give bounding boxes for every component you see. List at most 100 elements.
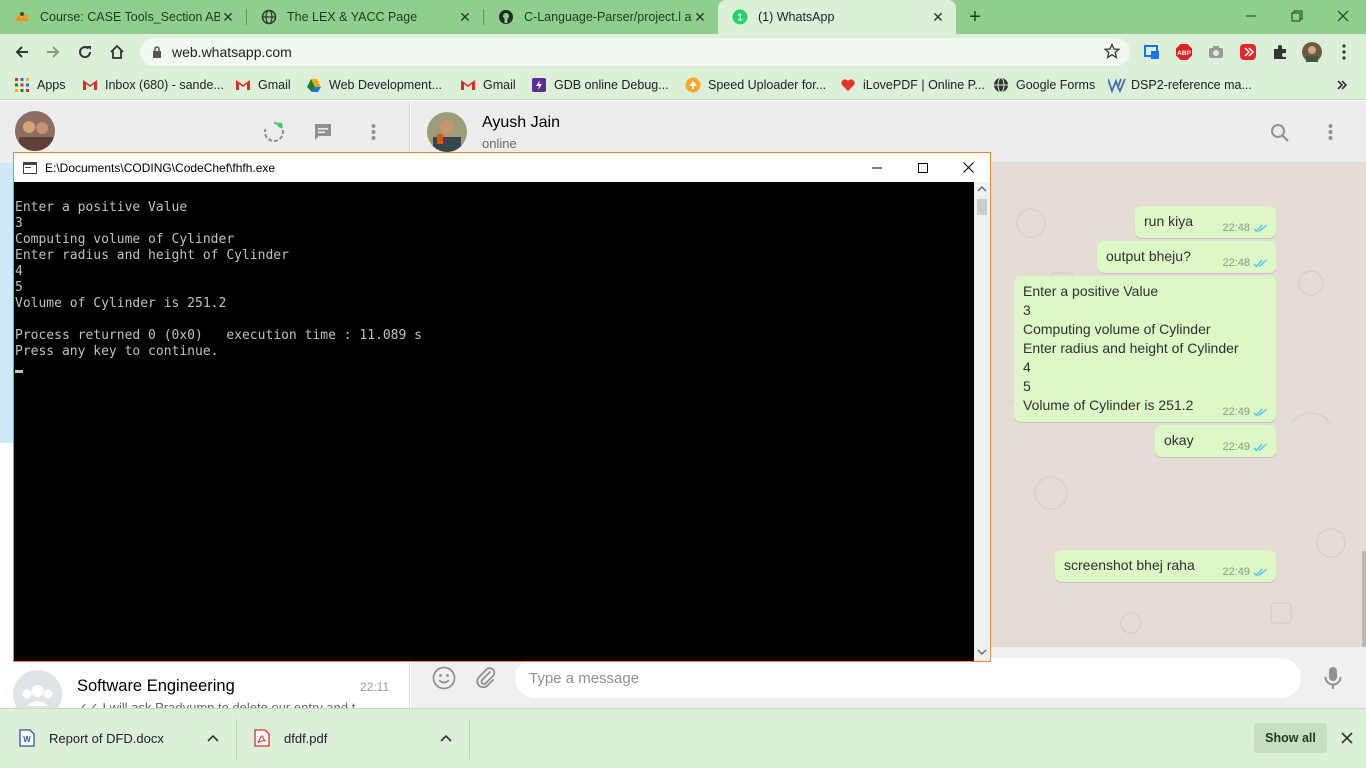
status-button[interactable] bbox=[263, 121, 285, 143]
group-avatar bbox=[13, 670, 62, 708]
message-bubble[interactable]: Enter a positive Value 3 Computing volum… bbox=[1014, 276, 1276, 422]
chat-list-edge bbox=[0, 443, 14, 663]
bookmark-star-icon[interactable] bbox=[1104, 43, 1120, 59]
console-minimize-button[interactable] bbox=[854, 153, 900, 182]
adblock-plus-icon[interactable]: ABP bbox=[1174, 42, 1194, 62]
console-close-button[interactable] bbox=[945, 153, 991, 182]
bookmark-gmail-2[interactable]: Gmail bbox=[460, 76, 516, 94]
kebab-menu-icon bbox=[371, 124, 376, 140]
bookmark-gdb[interactable]: GDB online Debug... bbox=[531, 76, 669, 94]
close-icon[interactable]: ✕ bbox=[692, 9, 708, 25]
bookmark-dsp2[interactable]: DSP2-reference ma... bbox=[1108, 76, 1252, 94]
bookmark-speed-uploader[interactable]: Speed Uploader for... bbox=[685, 76, 826, 94]
bookmark-ilovepdf[interactable]: iLovePDF | Online P... bbox=[840, 76, 985, 94]
bookmarks-overflow-button[interactable] bbox=[1336, 76, 1348, 94]
chat-scrollbar[interactable] bbox=[1362, 551, 1366, 647]
my-avatar[interactable] bbox=[15, 111, 55, 151]
conversation-menu-button[interactable] bbox=[1328, 124, 1333, 140]
console-scroll-thumb[interactable] bbox=[977, 199, 987, 215]
home-button[interactable] bbox=[104, 39, 130, 65]
video-extension-icon[interactable] bbox=[1238, 42, 1258, 62]
restore-button[interactable] bbox=[1274, 0, 1320, 32]
contact-name: Ayush Jain bbox=[482, 114, 560, 131]
emoji-button[interactable] bbox=[432, 666, 456, 690]
search-button[interactable] bbox=[1270, 123, 1290, 143]
bookmark-web-development[interactable]: Web Development... bbox=[306, 76, 442, 94]
console-titlebar[interactable]: E:\Documents\CODING\CodeChef\fhfh.exe bbox=[14, 153, 990, 182]
apps-grid-icon bbox=[14, 77, 30, 93]
chat-list-item[interactable]: Software Engineering 22:11 ✓✓ I will ask… bbox=[0, 663, 410, 708]
chevron-up-icon[interactable] bbox=[440, 734, 452, 742]
close-downloads-button[interactable] bbox=[1341, 732, 1353, 744]
reload-icon bbox=[79, 46, 92, 59]
download-filename: Report of DFD.docx bbox=[49, 730, 164, 746]
console-output[interactable]: Enter a positive Value 3 Computing volume … bbox=[14, 182, 974, 661]
download-item-docx[interactable]: W Report of DFD.docx bbox=[19, 709, 235, 767]
console-line: 4 bbox=[15, 264, 23, 279]
scroll-down-arrow-icon[interactable] bbox=[977, 648, 987, 656]
tab-whatsapp[interactable]: 1 (1) WhatsApp ✕ bbox=[718, 0, 956, 34]
download-item-pdf[interactable]: dfdf.pdf bbox=[254, 709, 468, 767]
bookmark-gmail[interactable]: Gmail bbox=[235, 76, 291, 94]
puzzle-extensions-icon[interactable] bbox=[1270, 42, 1290, 62]
message-time: 22:49 bbox=[1222, 566, 1250, 578]
message-meta: 22:48 bbox=[1222, 257, 1268, 269]
sidebar-menu-button[interactable] bbox=[371, 124, 376, 140]
console-line: Computing volume of Cylinder bbox=[15, 232, 235, 247]
bookmark-google-forms[interactable]: Google Forms bbox=[993, 76, 1095, 94]
microphone-icon bbox=[1324, 667, 1342, 689]
attach-button[interactable] bbox=[474, 666, 498, 690]
contact-avatar[interactable] bbox=[427, 112, 467, 152]
github-icon bbox=[498, 9, 514, 25]
close-window-button[interactable] bbox=[1320, 0, 1366, 32]
close-icon[interactable]: ✕ bbox=[220, 9, 236, 25]
tab-case-tools[interactable]: Course: CASE Tools_Section AB ✕ bbox=[0, 0, 246, 34]
forward-button[interactable] bbox=[40, 39, 66, 65]
chevron-up-icon[interactable] bbox=[207, 734, 219, 742]
status-icon bbox=[264, 122, 284, 142]
bookmark-label: Speed Uploader for... bbox=[708, 78, 827, 92]
chat-name: Software Engineering bbox=[77, 677, 235, 695]
camera-extension-icon[interactable] bbox=[1206, 42, 1226, 62]
reload-button[interactable] bbox=[72, 39, 98, 65]
close-icon[interactable]: ✕ bbox=[457, 9, 473, 25]
pdf-icon bbox=[254, 729, 270, 747]
tab-github-parser[interactable]: C-Language-Parser/project.l at m ✕ bbox=[484, 0, 718, 34]
profile-avatar-icon[interactable] bbox=[1302, 42, 1322, 62]
lock-icon bbox=[152, 46, 162, 58]
message-meta: 22:49 bbox=[1222, 441, 1268, 453]
back-button[interactable] bbox=[9, 39, 35, 65]
bookmark-inbox[interactable]: Inbox (680) - sande... bbox=[82, 76, 224, 94]
message-time: 22:48 bbox=[1222, 222, 1250, 234]
tab-title: C-Language-Parser/project.l at m bbox=[524, 10, 692, 24]
message-input[interactable]: Type a message bbox=[515, 658, 1301, 698]
minimize-button[interactable] bbox=[1228, 0, 1274, 32]
message-bubble[interactable]: output bheju? 22:48 bbox=[1097, 241, 1276, 273]
console-maximize-button[interactable] bbox=[900, 153, 946, 182]
close-icon[interactable]: ✕ bbox=[930, 9, 946, 25]
screen-cast-extension-icon[interactable] bbox=[1142, 42, 1162, 62]
close-icon bbox=[1337, 10, 1349, 22]
close-icon bbox=[962, 162, 974, 173]
message-bubble[interactable]: screenshot bhej raha 22:49 bbox=[1055, 550, 1276, 582]
chat-time: 22:11 bbox=[360, 680, 390, 694]
new-tab-button[interactable]: + bbox=[964, 6, 986, 28]
chrome-menu-icon[interactable] bbox=[1334, 42, 1354, 62]
google-drive-icon bbox=[306, 77, 322, 93]
message-bubble[interactable]: okay 22:49 bbox=[1155, 425, 1276, 457]
tab-lex-yacc[interactable]: The LEX & YACC Page ✕ bbox=[247, 0, 483, 34]
gmail-icon bbox=[235, 77, 251, 93]
new-chat-button[interactable] bbox=[313, 122, 333, 142]
close-icon bbox=[1341, 732, 1353, 744]
show-all-downloads-button[interactable]: Show all bbox=[1254, 723, 1327, 753]
scroll-up-arrow-icon[interactable] bbox=[977, 185, 987, 193]
address-bar[interactable]: web.whatsapp.com bbox=[140, 38, 1130, 66]
console-scrollbar[interactable] bbox=[974, 182, 990, 661]
voice-message-button[interactable] bbox=[1323, 666, 1343, 690]
double-check-icon bbox=[1253, 407, 1267, 417]
ilovepdf-icon bbox=[840, 77, 856, 93]
double-check-icon bbox=[1253, 258, 1267, 268]
bookmark-apps[interactable]: Apps bbox=[14, 76, 66, 94]
message-bubble[interactable]: run kiya 22:48 bbox=[1135, 206, 1276, 238]
console-window[interactable]: E:\Documents\CODING\CodeChef\fhfh.exe En… bbox=[13, 152, 991, 662]
